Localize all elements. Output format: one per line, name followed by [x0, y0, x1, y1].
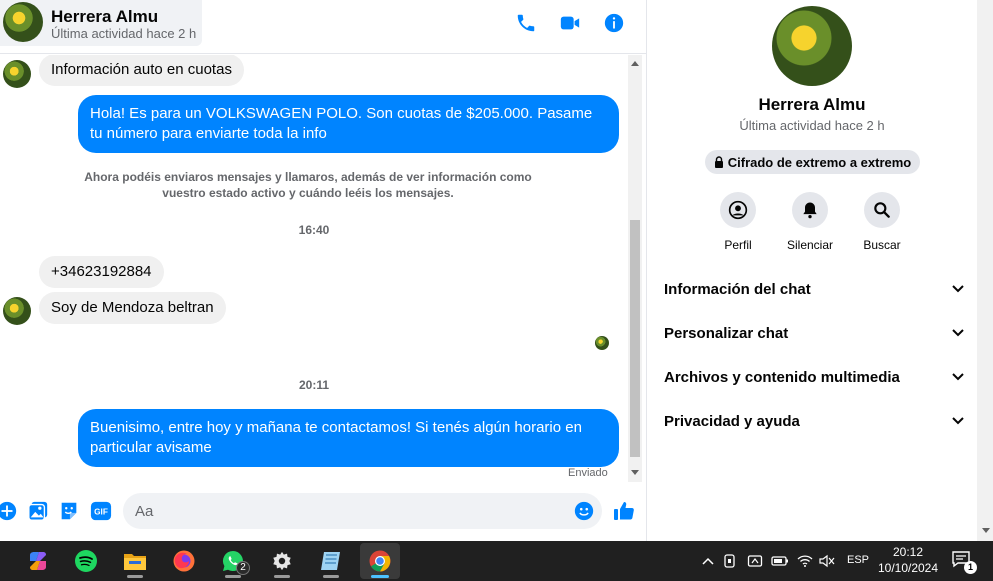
device-icon[interactable] [746, 551, 764, 571]
svg-text:GIF: GIF [94, 508, 108, 517]
lock-icon [714, 156, 723, 168]
profile-button[interactable]: Perfil [703, 192, 773, 252]
clock-time: 20:12 [892, 545, 924, 559]
message-received[interactable]: Información auto en cuotas [39, 55, 244, 86]
clock-date: 10/10/2024 [877, 561, 939, 575]
info-icon[interactable] [602, 11, 626, 35]
volume-muted-icon[interactable] [818, 551, 836, 571]
message-scrollbar[interactable] [628, 55, 642, 482]
message-sent[interactable]: Buenisimo, entre hoy y mañana te contact… [78, 409, 619, 467]
mute-label: Silenciar [786, 238, 834, 252]
notification-count: 1 [964, 561, 977, 574]
scroll-thumb[interactable] [630, 220, 640, 457]
notes-app-icon[interactable] [311, 543, 351, 579]
gif-icon[interactable]: GIF [89, 499, 113, 523]
search-label: Buscar [863, 238, 901, 252]
encryption-badge[interactable]: Cifrado de extremo a extremo [705, 150, 920, 174]
chrome-icon[interactable] [360, 543, 400, 579]
sender-avatar[interactable] [3, 297, 31, 325]
profile-icon [728, 200, 748, 220]
phone-icon[interactable] [514, 11, 538, 35]
chat-pane: Herrera Almu Última actividad hace 2 h I… [0, 0, 646, 541]
section-label: Información del chat [664, 280, 811, 298]
taskbar: 2 ESP 20:12 10/10/2024 1 [0, 541, 993, 581]
file-explorer-icon[interactable] [115, 543, 155, 579]
sent-status: Enviado [568, 467, 608, 479]
seen-indicator-avatar [595, 336, 609, 350]
encryption-label: Cifrado de extremo a extremo [727, 154, 912, 170]
profile-label: Perfil [724, 238, 752, 252]
chevron-down-icon [952, 417, 964, 425]
contact-avatar[interactable] [3, 2, 43, 42]
clock[interactable]: 20:12 10/10/2024 [870, 544, 946, 576]
copilot-icon[interactable] [18, 543, 58, 579]
timestamp: 20:11 [298, 378, 330, 392]
scroll-up-icon[interactable] [631, 61, 639, 66]
contact-name: Herrera Almu [51, 7, 159, 26]
settings-icon[interactable] [262, 543, 302, 579]
message-received[interactable]: Soy de Mendoza beltran [39, 292, 226, 324]
search-button[interactable]: Buscar [847, 192, 917, 252]
info-contact-name: Herrera Almu [758, 95, 866, 114]
chat-header: Herrera Almu Última actividad hace 2 h [0, 0, 646, 54]
message-input[interactable] [123, 493, 602, 529]
emoji-icon[interactable] [572, 499, 596, 523]
bell-icon [803, 202, 817, 219]
sticker-icon[interactable] [57, 499, 81, 523]
system-note: Ahora podéis enviaros mensajes y llamaro… [84, 170, 532, 200]
image-icon[interactable] [26, 499, 50, 523]
message-list: Información auto en cuotas Hola! Es para… [0, 55, 628, 482]
header-contact[interactable]: Herrera Almu Última actividad hace 2 h [0, 0, 202, 46]
mute-button[interactable]: Silenciar [775, 192, 845, 252]
spotify-icon[interactable] [66, 543, 106, 579]
firefox-icon[interactable] [164, 543, 204, 579]
wifi-icon[interactable] [796, 551, 814, 571]
show-hidden-icons-icon[interactable] [699, 551, 717, 571]
timestamp: 16:40 [298, 223, 330, 237]
battery-icon[interactable] [771, 551, 789, 571]
section-privacy-help[interactable]: Privacidad y ayuda [664, 407, 964, 435]
message-sent[interactable]: Hola! Es para un VOLKSWAGEN POLO. Son cu… [78, 95, 619, 153]
thumbs-up-icon[interactable] [612, 499, 636, 523]
language-indicator[interactable]: ESP [847, 554, 869, 566]
contact-last-active: Última actividad hace 2 h [51, 26, 197, 41]
section-media-files[interactable]: Archivos y contenido multimedia [664, 363, 964, 391]
whatsapp-badge: 2 [236, 561, 250, 575]
chevron-down-icon [952, 373, 964, 381]
section-chat-info[interactable]: Información del chat [664, 275, 964, 303]
section-customize-chat[interactable]: Personalizar chat [664, 319, 964, 347]
chevron-down-icon [952, 285, 964, 293]
info-last-active: Última actividad hace 2 h [739, 118, 885, 133]
section-label: Archivos y contenido multimedia [664, 368, 900, 386]
info-scrollbar[interactable] [977, 0, 993, 541]
section-label: Personalizar chat [664, 324, 789, 342]
meet-now-icon[interactable] [722, 551, 740, 571]
sender-avatar[interactable] [3, 60, 31, 88]
chat-info-pane: Herrera Almu Última actividad hace 2 h C… [646, 0, 993, 541]
scroll-down-icon[interactable] [631, 470, 639, 475]
plus-icon[interactable] [0, 499, 19, 523]
whatsapp-icon[interactable]: 2 [213, 543, 253, 579]
composer: GIF [0, 484, 646, 541]
message-received[interactable]: +34623192884 [39, 256, 164, 288]
scroll-down-icon[interactable] [982, 528, 990, 533]
chevron-down-icon [952, 329, 964, 337]
video-camera-icon[interactable] [558, 11, 582, 35]
section-label: Privacidad y ayuda [664, 412, 800, 430]
notification-center-icon[interactable]: 1 [951, 550, 977, 574]
search-icon [874, 202, 890, 218]
contact-profile-avatar[interactable] [772, 6, 852, 86]
